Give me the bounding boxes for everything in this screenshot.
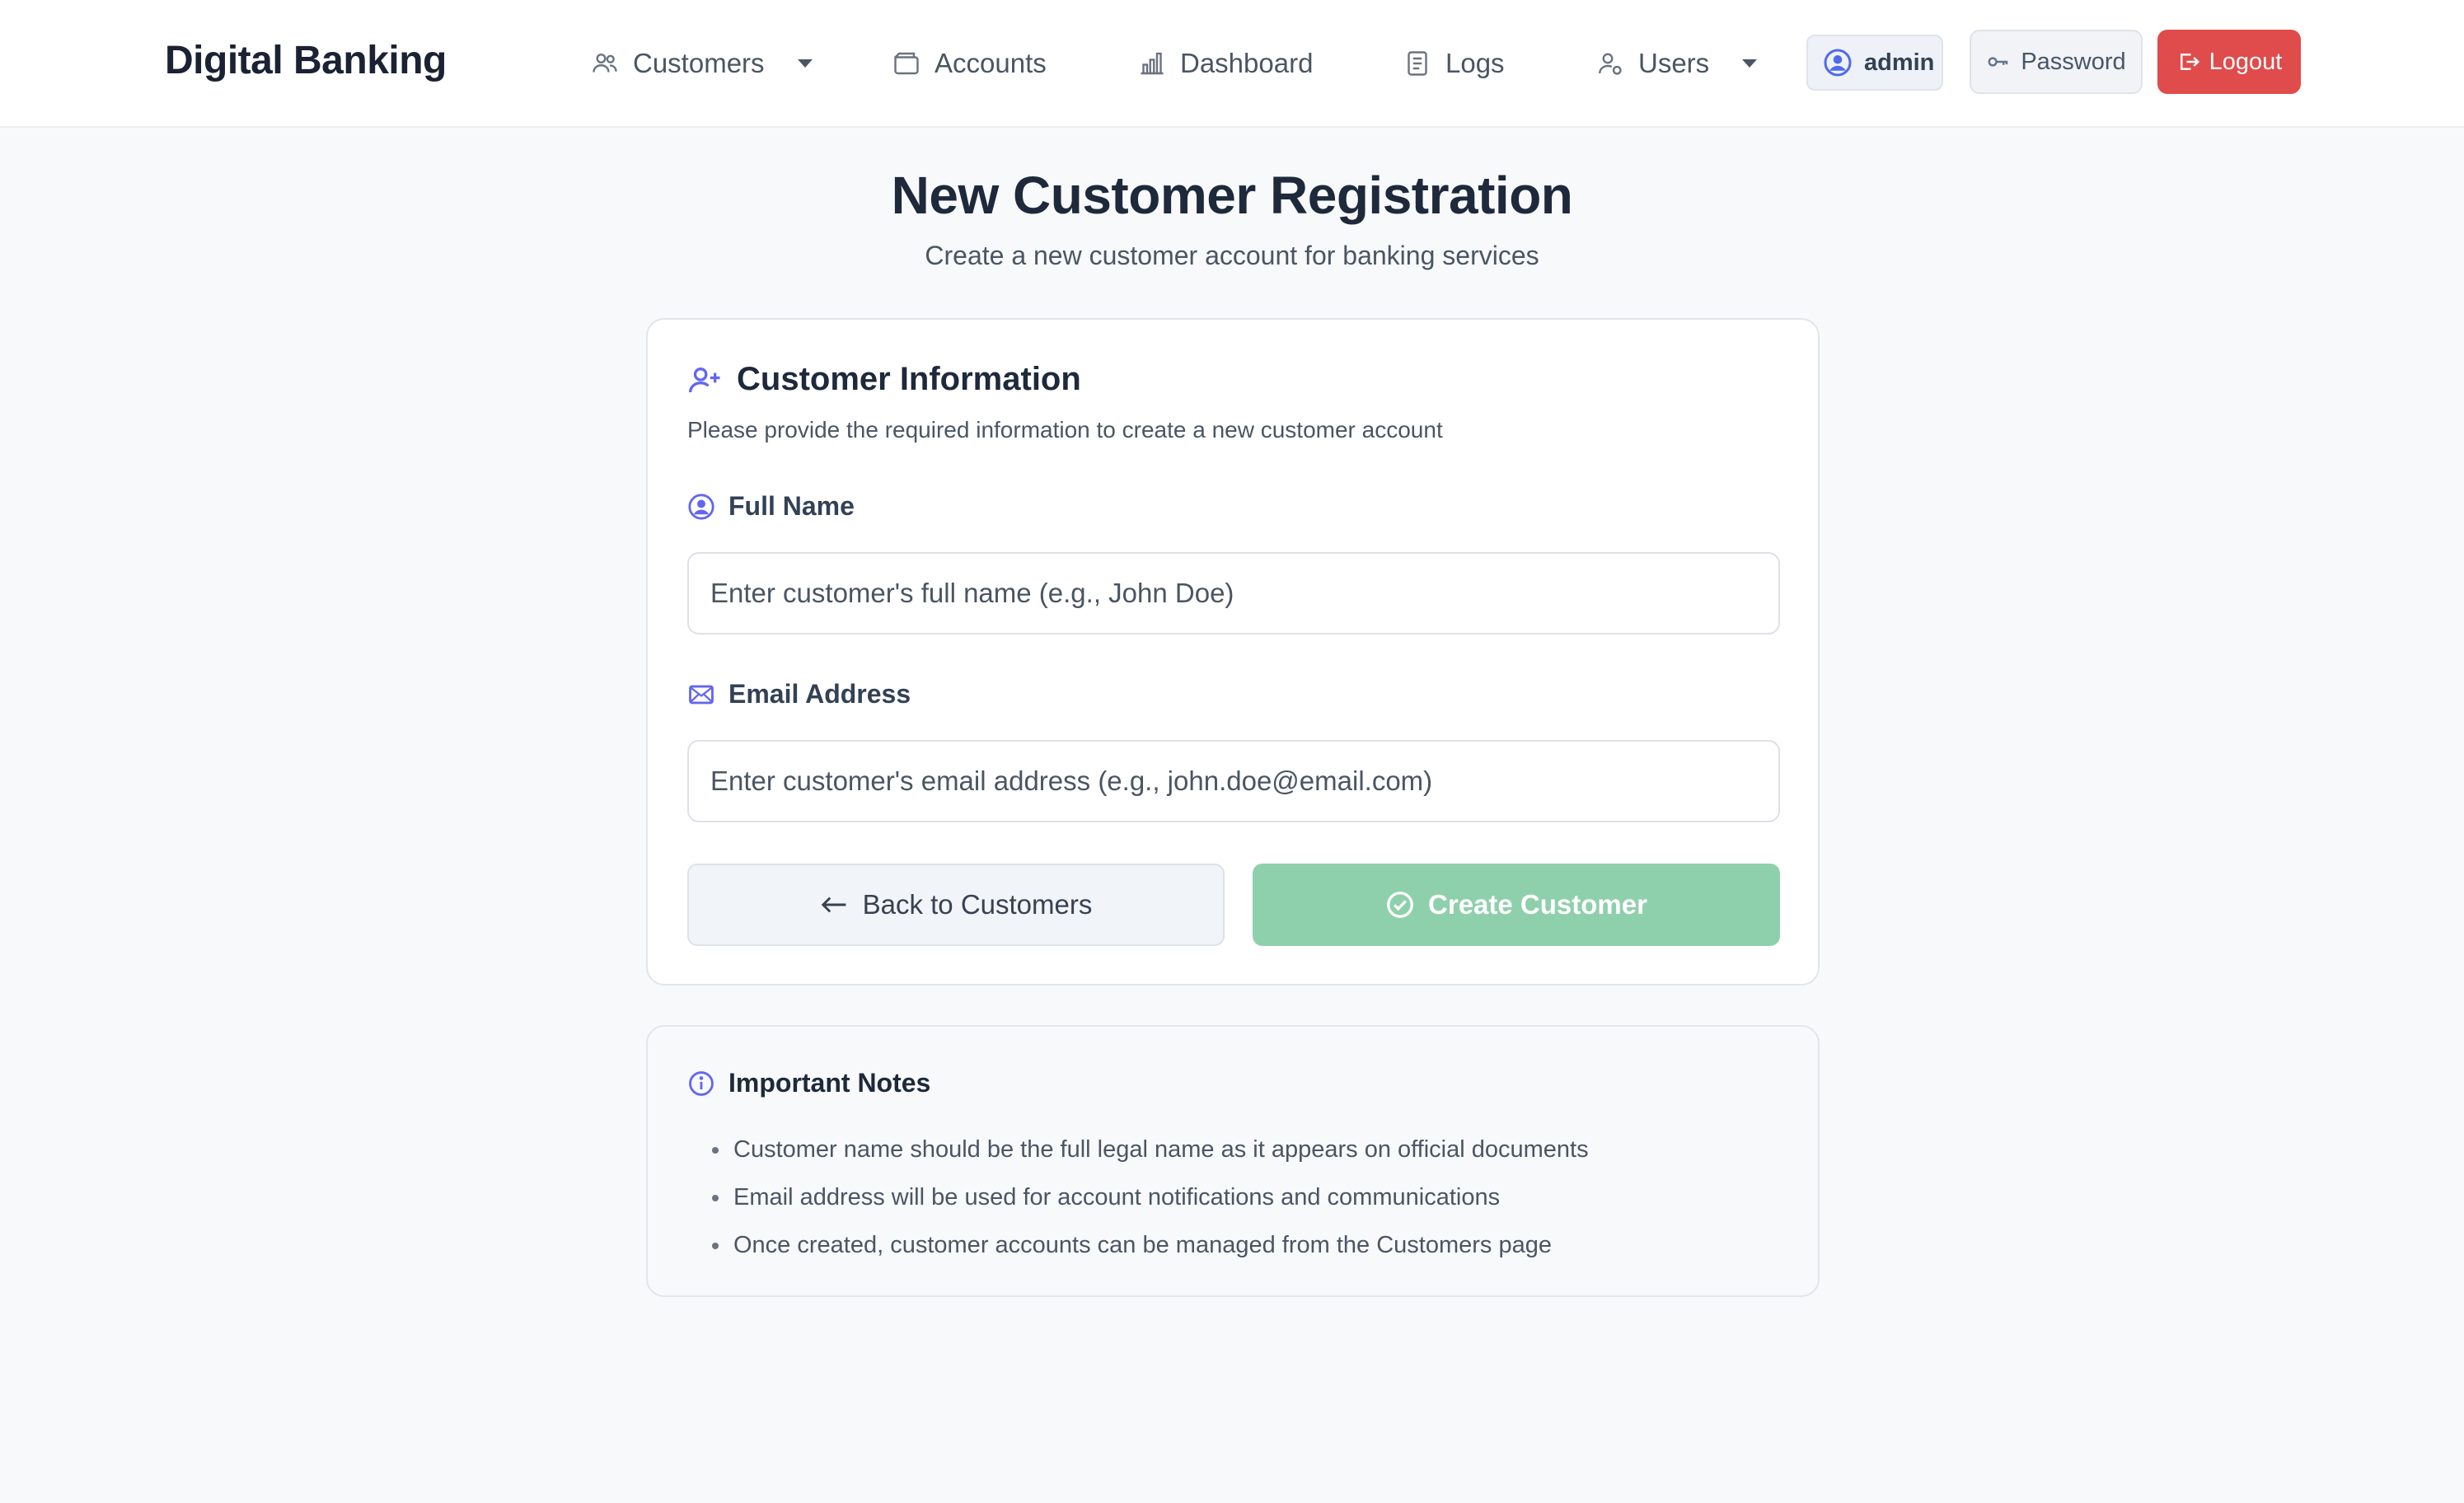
email-label: Email Address (687, 679, 911, 709)
change-password-button[interactable]: Password (1970, 30, 2143, 94)
important-notes-panel: Important Notes Customer name should be … (646, 1025, 1820, 1297)
email-input[interactable] (687, 740, 1780, 822)
page-subtitle: Create a new customer account for bankin… (925, 241, 1539, 270)
wallet-icon (894, 52, 919, 75)
note-item: Once created, customer accounts can be m… (712, 1221, 1589, 1269)
full-name-label: Full Name (687, 491, 855, 522)
create-button-label: Create Customer (1428, 889, 1647, 920)
nav-users-label: Users (1638, 48, 1710, 78)
key-icon (1988, 57, 2008, 67)
page-title: New Customer Registration (891, 166, 1573, 225)
create-customer-button[interactable]: Create Customer (1253, 864, 1780, 946)
nav-accounts[interactable]: Accounts (892, 41, 1047, 86)
full-name-input[interactable] (687, 552, 1780, 634)
notes-header: Important Notes (687, 1068, 930, 1098)
back-button-label: Back to Customers (862, 889, 1093, 920)
back-to-customers-button[interactable]: Back to Customers (687, 864, 1225, 946)
nav-logs-label: Logs (1445, 48, 1505, 78)
note-item: Email address will be used for account n… (712, 1173, 1589, 1221)
full-name-label-text: Full Name (728, 491, 855, 521)
current-user-badge: admin (1806, 35, 1943, 91)
nav-dashboard-label: Dashboard (1180, 48, 1314, 78)
card-header: Customer Information (687, 361, 1081, 398)
customer-form-card: Customer Information Please provide the … (646, 318, 1820, 986)
envelope-icon (689, 685, 714, 704)
logout-button-label: Logout (2209, 48, 2283, 75)
card-title: Customer Information (737, 361, 1081, 397)
current-username: admin (1864, 49, 1935, 76)
nav-customers-label: Customers (633, 48, 765, 78)
brand-logo[interactable]: Digital Banking (165, 38, 447, 83)
card-description: Please provide the required information … (687, 417, 1443, 442)
nav-accounts-label: Accounts (935, 48, 1047, 78)
bar-chart-icon (1141, 52, 1164, 75)
password-button-label: Password (2021, 48, 2126, 75)
user-circle-icon (1824, 49, 1852, 77)
notes-title: Important Notes (728, 1068, 931, 1098)
chevron-down-icon (797, 59, 813, 68)
nav-logs[interactable]: Logs (1403, 41, 1505, 86)
user-plus-icon (689, 367, 720, 392)
arrow-left-icon (821, 897, 846, 913)
chevron-down-icon (1742, 59, 1758, 68)
nav-users[interactable]: Users (1595, 41, 1758, 86)
top-navbar: Digital Banking Customers Accounts Dashb… (0, 0, 2464, 128)
check-circle-icon (1387, 892, 1413, 918)
logout-button[interactable]: Logout (2157, 30, 2301, 94)
notes-list: Customer name should be the full legal n… (712, 1126, 1589, 1269)
email-label-text: Email Address (728, 679, 911, 709)
user-circle-icon (688, 493, 714, 520)
users-icon (593, 54, 617, 73)
user-gear-icon (1599, 53, 1622, 75)
document-icon (1408, 51, 1427, 76)
info-icon (689, 1070, 714, 1096)
nav-dashboard[interactable]: Dashboard (1137, 41, 1313, 86)
note-item: Customer name should be the full legal n… (712, 1126, 1589, 1173)
nav-customers[interactable]: Customers (590, 41, 813, 86)
logout-icon (2180, 54, 2199, 70)
